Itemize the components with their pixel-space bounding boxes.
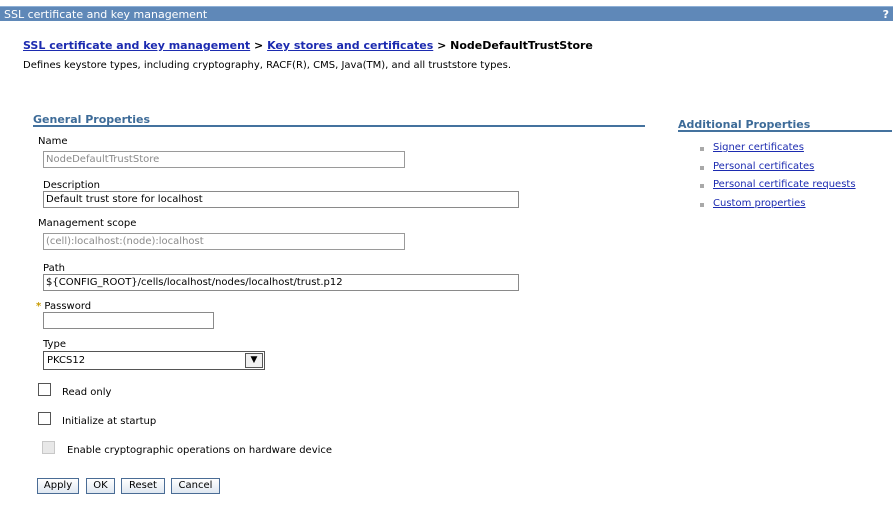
chevron-down-icon[interactable]: ▼ [245, 353, 263, 368]
name-field: NodeDefaultTrustStore [43, 151, 405, 168]
reset-button[interactable]: Reset [121, 478, 165, 494]
list-item: Personal certificates [700, 161, 856, 180]
page-description: Defines keystore types, including crypto… [23, 60, 512, 71]
ok-button[interactable]: OK [86, 478, 115, 494]
password-label-row: * Password [36, 301, 91, 312]
crypto-hardware-checkbox [42, 441, 55, 454]
read-only-label: Read only [62, 387, 112, 398]
path-label: Path [43, 263, 65, 274]
apply-button[interactable]: Apply [37, 478, 79, 494]
additional-properties-heading: Additional Properties [678, 118, 892, 132]
path-field[interactable]: ${CONFIG_ROOT}/cells/localhost/nodes/loc… [43, 274, 519, 291]
bullet-icon [700, 147, 704, 151]
general-properties-heading: General Properties [33, 113, 645, 127]
breadcrumb-ssl-link[interactable]: SSL certificate and key management [23, 39, 250, 52]
personal-certificate-requests-link[interactable]: Personal certificate requests [713, 179, 856, 190]
management-scope-field: (cell):localhost:(node):localhost [43, 233, 405, 250]
list-item: Custom properties [700, 198, 856, 217]
additional-properties-list: Signer certificates Personal certificate… [700, 142, 856, 216]
read-only-checkbox[interactable] [38, 383, 51, 396]
help-icon[interactable]: ? [883, 7, 889, 22]
cancel-button[interactable]: Cancel [171, 478, 220, 494]
type-select[interactable]: PKCS12 ▼ [43, 351, 265, 370]
description-label: Description [43, 180, 100, 191]
list-item: Signer certificates [700, 142, 856, 161]
window-titlebar: SSL certificate and key management ? [0, 6, 893, 21]
breadcrumb-separator: > [250, 39, 268, 52]
description-field[interactable]: Default trust store for localhost [43, 191, 519, 208]
signer-certificates-link[interactable]: Signer certificates [713, 142, 804, 153]
type-label: Type [43, 339, 66, 350]
crypto-hardware-label: Enable cryptographic operations on hardw… [67, 445, 333, 456]
bullet-icon [700, 184, 704, 188]
password-field[interactable] [43, 312, 214, 329]
window-title: SSL certificate and key management [4, 8, 208, 21]
breadcrumb: SSL certificate and key management > Key… [23, 39, 593, 52]
type-select-value: PKCS12 [47, 355, 86, 366]
initialize-startup-label: Initialize at startup [62, 416, 157, 427]
breadcrumb-keystores-link[interactable]: Key stores and certificates [267, 39, 433, 52]
bullet-icon [700, 165, 704, 170]
list-item: Personal certificate requests [700, 179, 856, 198]
bullet-icon [700, 202, 704, 207]
password-label: Password [44, 301, 92, 312]
breadcrumb-current: NodeDefaultTrustStore [450, 39, 593, 52]
custom-properties-link[interactable]: Custom properties [713, 198, 806, 209]
personal-certificates-link[interactable]: Personal certificates [713, 161, 814, 172]
name-label: Name [38, 136, 68, 147]
management-scope-label: Management scope [38, 218, 137, 229]
breadcrumb-separator: > [433, 39, 451, 52]
required-icon: * [36, 301, 42, 312]
initialize-startup-checkbox[interactable] [38, 412, 51, 425]
